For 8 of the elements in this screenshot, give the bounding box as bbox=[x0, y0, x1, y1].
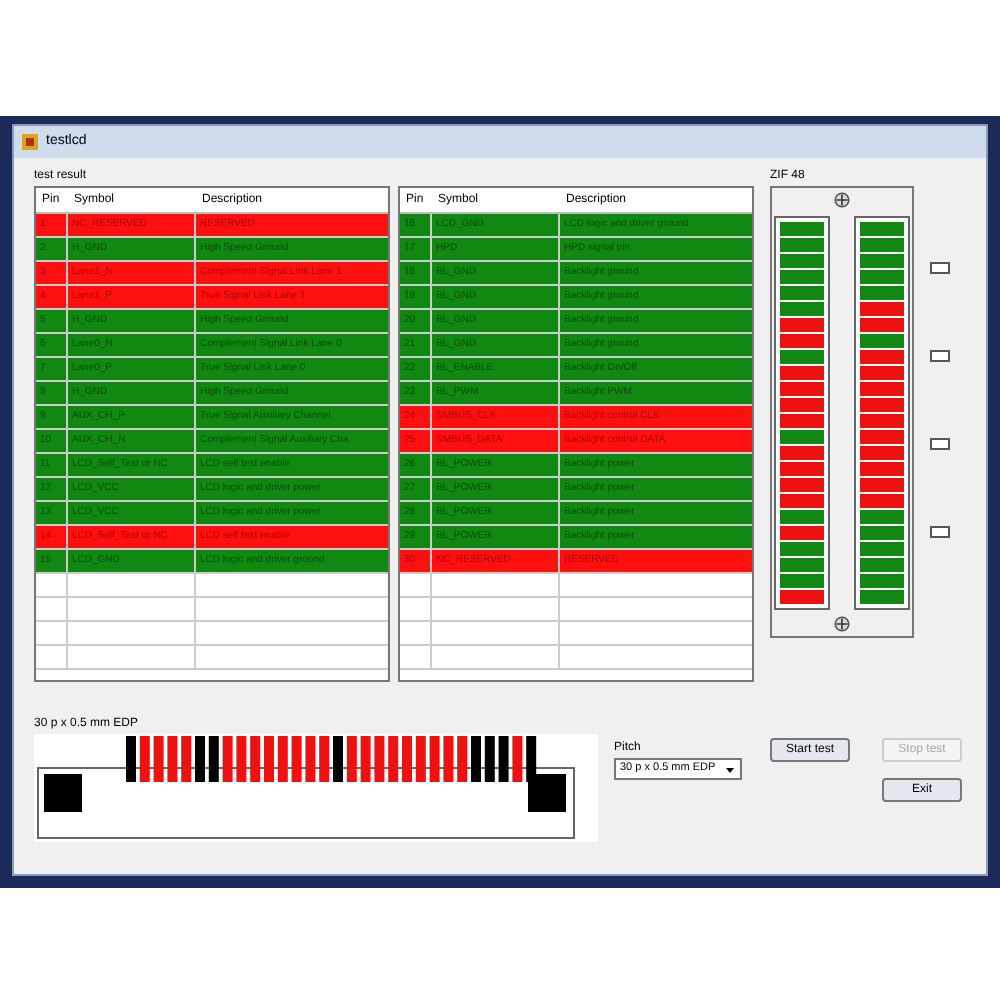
screw-icon bbox=[834, 616, 850, 632]
screw-icon bbox=[834, 192, 850, 208]
dropdown-arrow-icon bbox=[724, 763, 736, 775]
app-icon bbox=[22, 134, 38, 150]
indicator-light bbox=[930, 350, 950, 362]
indicator-light bbox=[930, 262, 950, 274]
indicator-light bbox=[930, 526, 950, 538]
indicator-light bbox=[930, 438, 950, 450]
